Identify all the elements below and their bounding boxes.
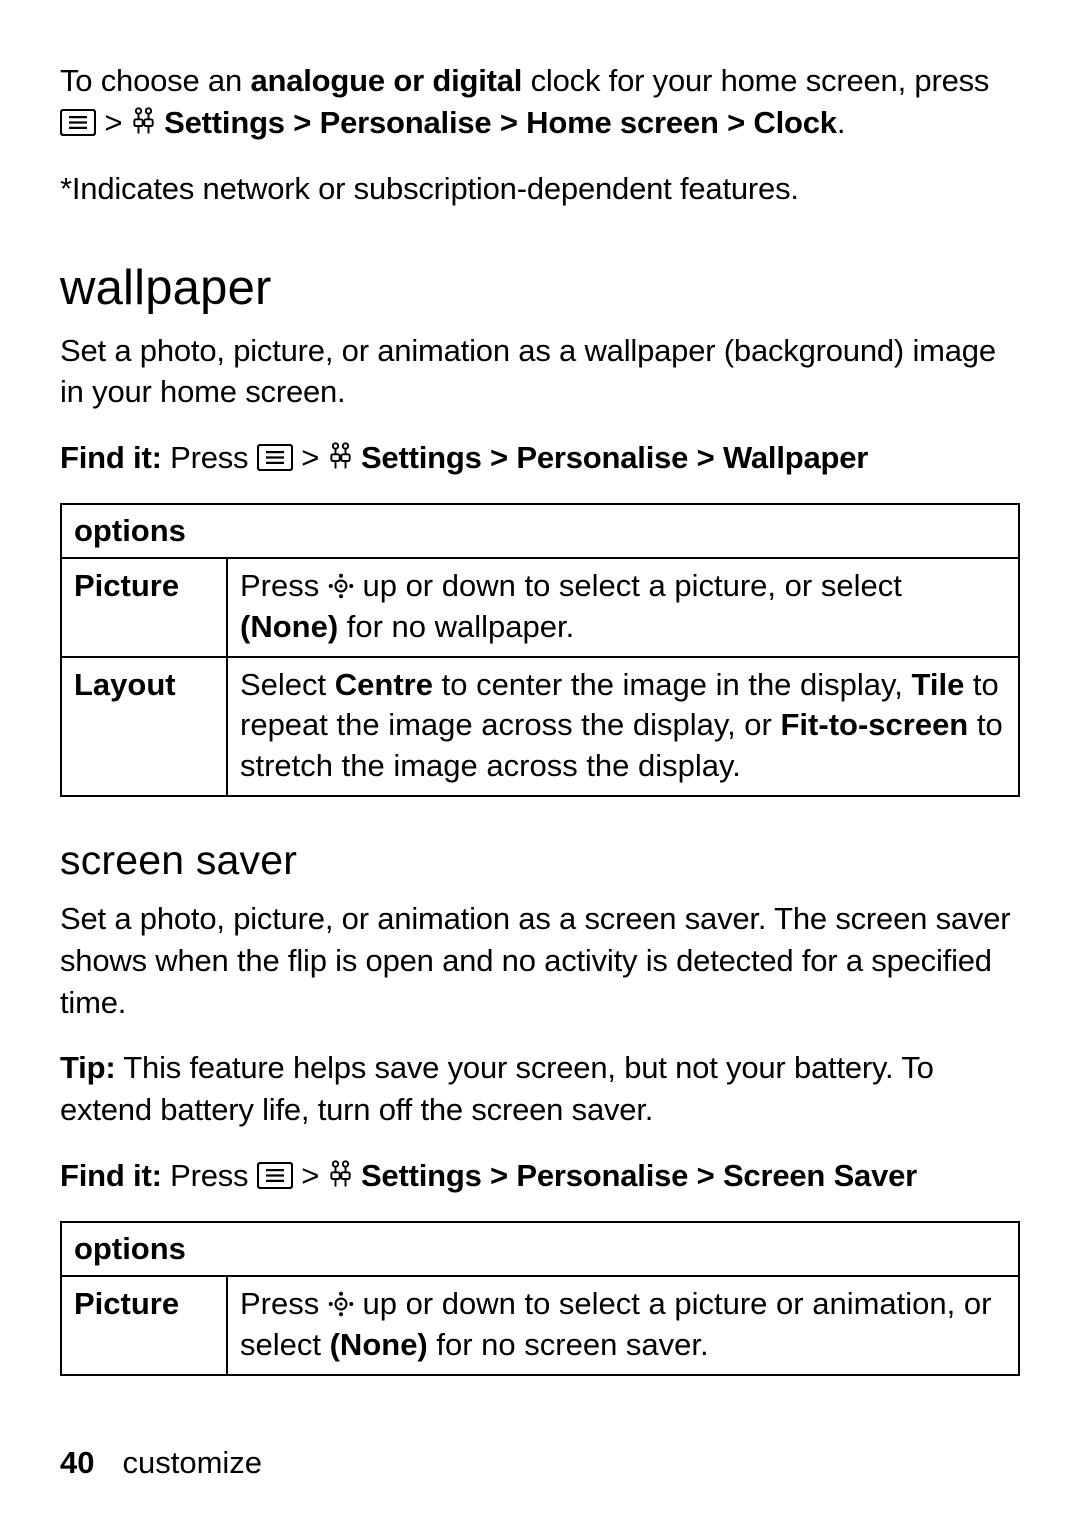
findit-press: Press	[162, 1158, 257, 1193]
srow0-pre: Press	[240, 1286, 328, 1321]
table-row: Picture Press up or down to select a pic…	[61, 558, 1019, 657]
wallpaper-desc: Set a photo, picture, or animation as a …	[60, 330, 1020, 414]
nav-key-icon	[328, 573, 354, 599]
row-desc: Press up or down to select a picture or …	[227, 1276, 1019, 1375]
wsep1: >	[293, 440, 328, 475]
srow0-none: (None)	[330, 1327, 428, 1362]
w-path-1: Personalise	[516, 440, 688, 475]
row0-post1: up or down to select a picture, or selec…	[354, 568, 902, 603]
w-path-2: Wallpaper	[723, 440, 868, 475]
w-path-0: Settings	[361, 440, 482, 475]
manual-page: To choose an analogue or digital clock f…	[0, 0, 1080, 1521]
intro-path-3: Clock	[753, 105, 836, 140]
sep4: >	[719, 105, 754, 140]
intro-path-0: Settings	[164, 105, 285, 140]
intro-post1: clock for your home screen, press	[522, 63, 989, 98]
row-label: Picture	[61, 558, 227, 657]
intro-path-1: Personalise	[320, 105, 492, 140]
findit-press: Press	[162, 440, 257, 475]
screensaver-heading: screen saver	[60, 837, 1020, 884]
ssep1: >	[293, 1158, 328, 1193]
row1-t1: to center the image in the display,	[433, 667, 911, 702]
row-label: Layout	[61, 657, 227, 796]
row1-tile: Tile	[911, 667, 964, 702]
row0-post2: for no wallpaper.	[338, 609, 574, 644]
menu-icon	[257, 1162, 293, 1189]
settings-icon	[328, 441, 353, 471]
row-desc: Press up or down to select a picture, or…	[227, 558, 1019, 657]
intro-emph: analogue or digital	[250, 63, 522, 98]
feature-note: *Indicates network or subscription-depen…	[60, 168, 1020, 210]
wallpaper-findit: Find it: Press > Settings > Personalise …	[60, 437, 1020, 479]
s-path-0: Settings	[361, 1158, 482, 1193]
table-row: Layout Select Centre to center the image…	[61, 657, 1019, 796]
settings-icon	[131, 106, 156, 136]
sep1: >	[96, 105, 131, 140]
screensaver-desc: Set a photo, picture, or animation as a …	[60, 898, 1020, 1024]
sep3: >	[491, 105, 526, 140]
intro-period: .	[837, 105, 845, 140]
section-name: customize	[122, 1445, 262, 1481]
tip-text: This feature helps save your screen, but…	[60, 1050, 934, 1127]
row1-centre: Centre	[335, 667, 433, 702]
s-path-1: Personalise	[516, 1158, 688, 1193]
menu-icon	[257, 444, 293, 471]
settings-icon	[328, 1159, 353, 1189]
page-number: 40	[60, 1445, 94, 1481]
row1-pre: Select	[240, 667, 335, 702]
screensaver-findit: Find it: Press > Settings > Personalise …	[60, 1155, 1020, 1197]
row0-pre: Press	[240, 568, 328, 603]
screensaver-tip: Tip: This feature helps save your screen…	[60, 1047, 1020, 1131]
tip-label: Tip:	[60, 1050, 115, 1085]
findit-label: Find it:	[60, 1158, 162, 1193]
sep2: >	[285, 105, 320, 140]
ssep2: >	[482, 1158, 517, 1193]
screensaver-options-table: options Picture Press up or down to sele…	[60, 1221, 1020, 1376]
menu-icon	[60, 109, 96, 136]
findit-label: Find it:	[60, 440, 162, 475]
row1-fit: Fit-to-screen	[781, 707, 969, 742]
srow0-post2: for no screen saver.	[428, 1327, 709, 1362]
intro-paragraph: To choose an analogue or digital clock f…	[60, 60, 1020, 144]
s-path-2: Screen Saver	[723, 1158, 917, 1193]
page-footer: 40 customize	[60, 1415, 1020, 1481]
intro-pre: To choose an	[60, 63, 250, 98]
options-header: options	[61, 1222, 1019, 1276]
wsep3: >	[688, 440, 723, 475]
row0-none: (None)	[240, 609, 338, 644]
ssep3: >	[688, 1158, 723, 1193]
wallpaper-options-table: options Picture Press up or down to sele…	[60, 503, 1020, 797]
table-row: Picture Press up or down to select a pic…	[61, 1276, 1019, 1375]
row-label: Picture	[61, 1276, 227, 1375]
nav-key-icon	[328, 1291, 354, 1317]
row-desc: Select Centre to center the image in the…	[227, 657, 1019, 796]
intro-path-2: Home screen	[526, 105, 719, 140]
wallpaper-heading: wallpaper	[60, 260, 1020, 316]
options-header: options	[61, 504, 1019, 558]
wsep2: >	[482, 440, 517, 475]
